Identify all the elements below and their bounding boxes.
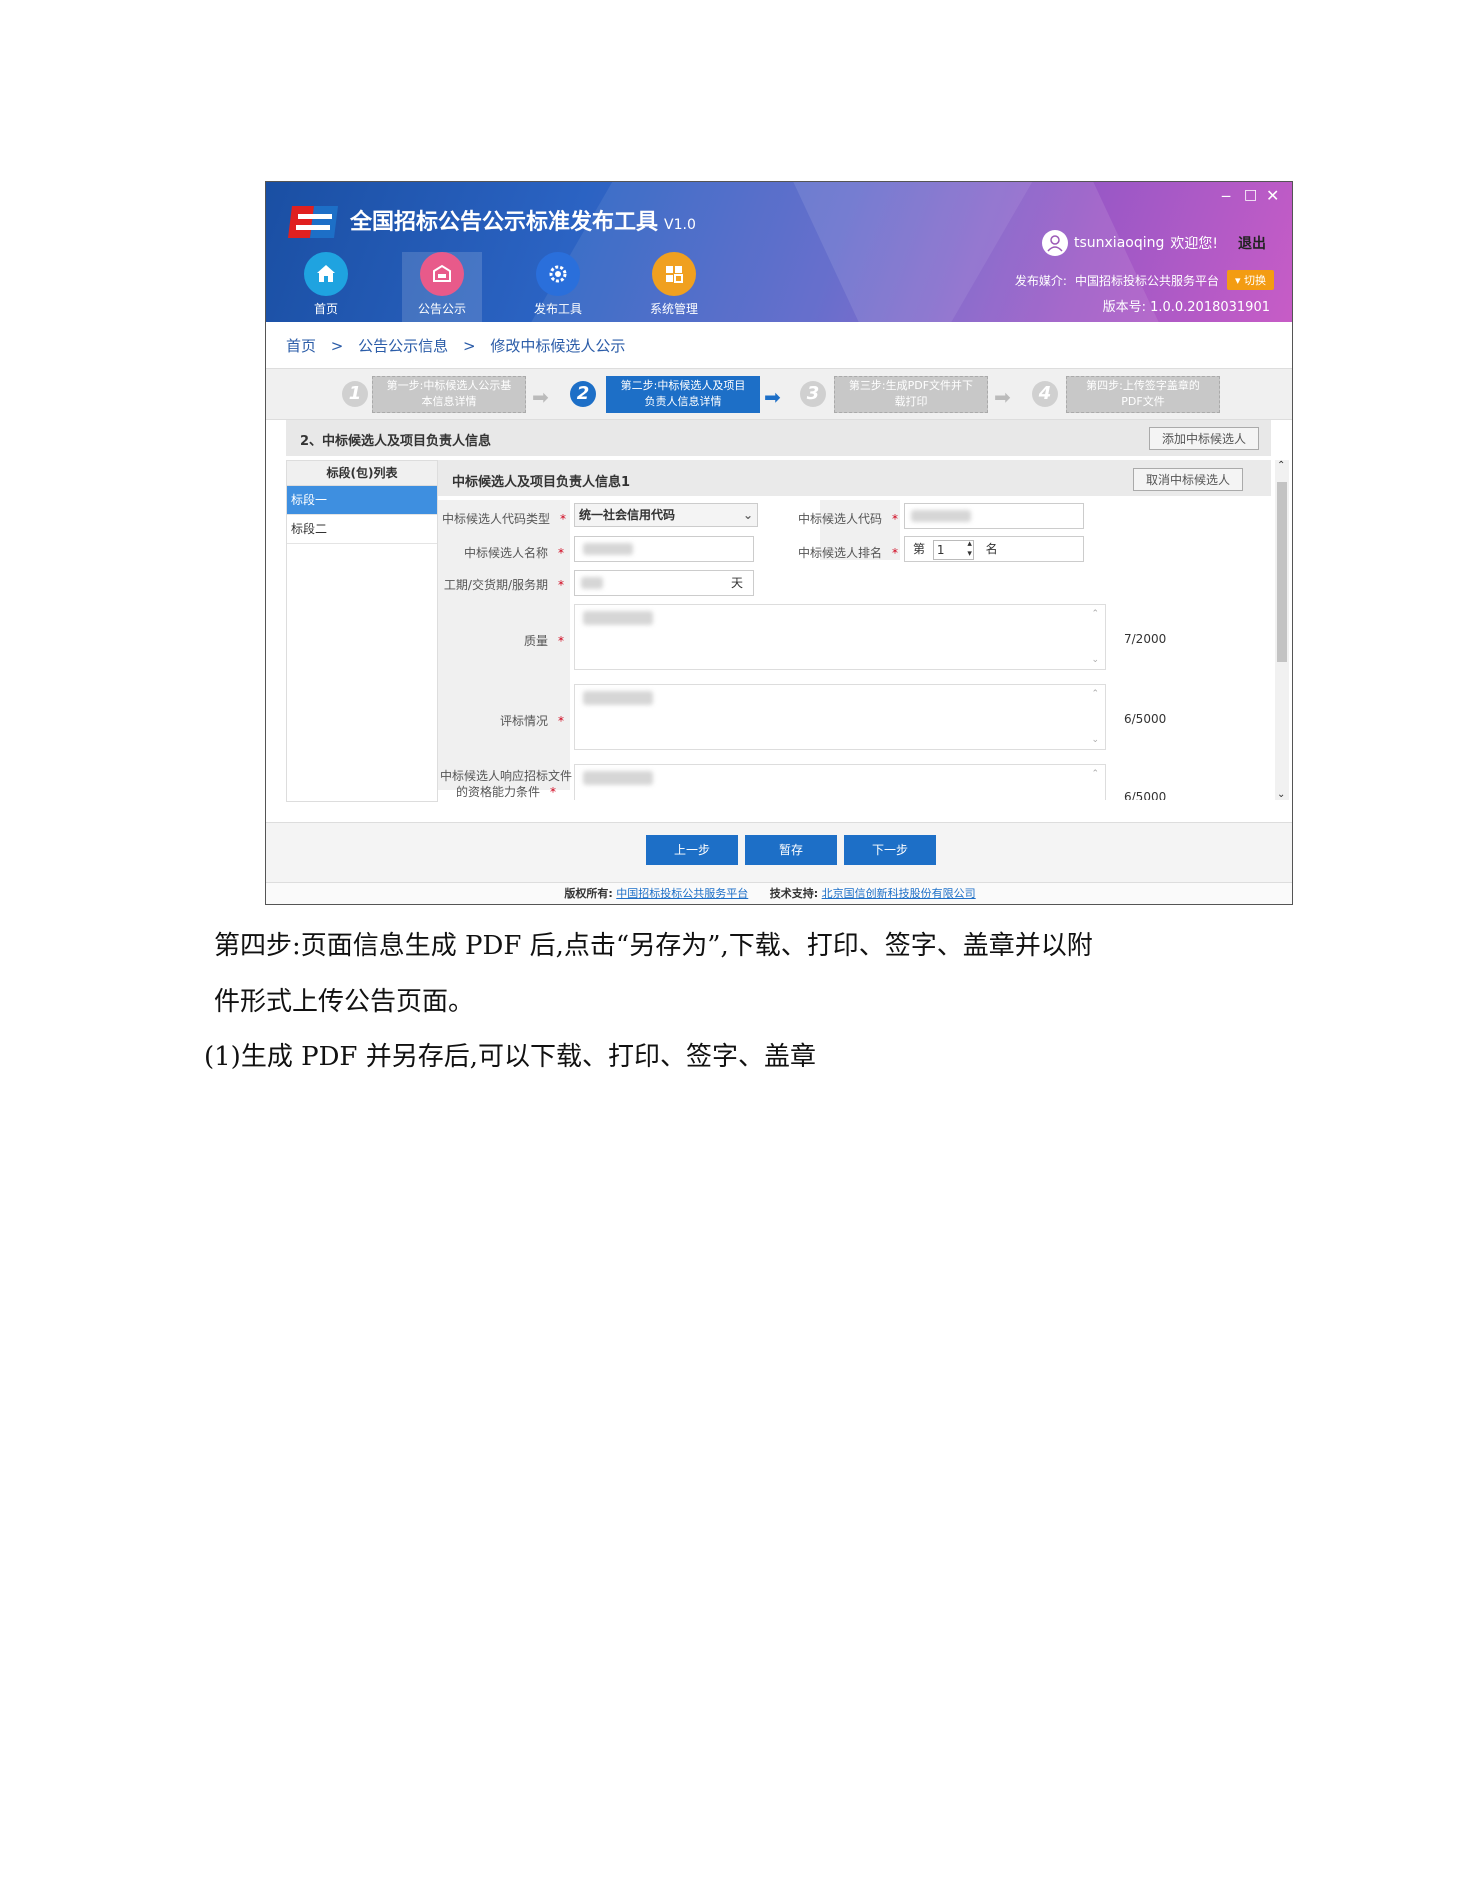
username: tsunxiaoqing: [1073, 235, 1165, 251]
nav-announcements[interactable]: 公告公示: [402, 252, 482, 322]
user-info: tsunxiaoqing 欢迎您! 退出: [1041, 230, 1266, 256]
response-label: 中标候选人响应招标文件 的资格能力条件 *: [439, 769, 572, 799]
nav-label: 发布工具: [533, 302, 582, 316]
form-header: 中标候选人及项目负责人信息1 取消中标候选人: [438, 460, 1271, 496]
response-counter: 6/5000: [1124, 790, 1167, 800]
lot-item[interactable]: 标段一: [287, 486, 437, 515]
form-title: 中标候选人及项目负责人信息1: [452, 475, 631, 490]
home-icon: [304, 252, 348, 296]
app-footer: 版权所有: 中国招标投标公共服务平台 技术支持: 北京国信创新科技股份有限公司: [266, 882, 1292, 904]
code-type-select[interactable]: 统一社会信用代码 ⌄: [574, 503, 758, 527]
doc-paragraph-2: 件形式上传公告页面。: [214, 987, 475, 1017]
nav-publish-tool[interactable]: 发布工具: [518, 252, 598, 322]
code-input[interactable]: [904, 503, 1084, 529]
minimize-icon[interactable]: ‒: [1221, 186, 1231, 205]
scroll-up-icon[interactable]: ⌃: [1277, 460, 1285, 471]
quality-counter: 7/2000: [1124, 632, 1167, 646]
step-1-number: 1: [342, 381, 368, 407]
mailbox-icon: [420, 252, 464, 296]
greeting: 欢迎您!: [1170, 236, 1218, 252]
support-link[interactable]: 北京国信创新科技股份有限公司: [822, 887, 976, 900]
name-label: 中标候选人名称 *: [463, 546, 564, 560]
form-scrollbar[interactable]: ⌃ ⌄: [1275, 460, 1289, 800]
period-unit: 天: [730, 576, 743, 590]
evaluation-label: 评标情况 *: [499, 714, 564, 728]
nav-label: 首页: [313, 302, 338, 316]
name-input[interactable]: [574, 536, 754, 562]
rank-label: 中标候选人排名 *: [797, 546, 898, 560]
period-input[interactable]: 天: [574, 570, 754, 596]
switch-media-button[interactable]: ▾ 切换: [1226, 270, 1274, 290]
code-label: 中标候选人代码 *: [797, 512, 898, 526]
next-step-button[interactable]: 下一步: [844, 835, 936, 865]
save-draft-button[interactable]: 暂存: [745, 835, 837, 865]
nav-home[interactable]: 首页: [286, 252, 366, 322]
nav-label: 系统管理: [649, 302, 698, 316]
stepper-arrows-icon: ▴ ▾: [967, 538, 972, 559]
lot-item[interactable]: 标段二: [287, 515, 437, 544]
copyright-link[interactable]: 中国招标投标公共服务平台: [616, 887, 748, 900]
nav-system-admin[interactable]: 系统管理: [634, 252, 714, 322]
chevron-down-icon: ⌄: [742, 508, 753, 522]
code-type-label: 中标候选人代码类型 *: [442, 512, 567, 526]
step-3-number: 3: [800, 381, 826, 407]
step-arrow-icon: ➡: [532, 385, 549, 409]
action-bar: 上一步 暂存 下一步: [266, 822, 1292, 883]
user-avatar-icon: [1041, 230, 1068, 256]
scroll-down-icon[interactable]: ⌄: [1277, 789, 1285, 800]
breadcrumb: 首页 > 公告公示信息 > 修改中标候选人公示: [286, 337, 626, 355]
app-header: 全国招标公告公示标准发布工具 V1.0 ‒ □ ✕ 首页 公告公示 发布工具 系…: [266, 182, 1292, 322]
response-textarea[interactable]: ⌃: [574, 764, 1106, 800]
close-icon[interactable]: ✕: [1266, 186, 1279, 205]
gear-icon: [536, 252, 580, 296]
add-candidate-button[interactable]: 添加中标候选人: [1148, 427, 1259, 450]
maximize-icon[interactable]: □: [1244, 187, 1257, 203]
cancel-candidate-button[interactable]: 取消中标候选人: [1132, 468, 1243, 491]
evaluation-counter: 6/5000: [1124, 712, 1167, 726]
step-2-box[interactable]: 第二步:中标候选人及项目 负责人信息详情: [606, 376, 760, 413]
media-label: 发布媒介:: [1014, 273, 1067, 288]
app-logo-icon: [288, 206, 338, 238]
quality-textarea[interactable]: ⌃ ⌄: [574, 604, 1106, 670]
step-arrow-icon: ➡: [764, 385, 781, 409]
evaluation-textarea[interactable]: ⌃ ⌄: [574, 684, 1106, 750]
media-value: 中国招标投标公共服务平台: [1074, 273, 1219, 288]
wizard-steps: 1 第一步:中标候选人公示基 本信息详情 ➡ 2 第二步:中标候选人及项目 负责人信…: [266, 368, 1292, 420]
breadcrumb-current: 修改中标候选人公示: [490, 337, 626, 355]
quality-label: 质量 *: [523, 634, 564, 648]
nav-label: 公告公示: [417, 302, 466, 316]
section-header: 2、中标候选人及项目负责人信息 添加中标候选人: [286, 420, 1271, 456]
step-3-box[interactable]: 第三步:生成PDF文件并下 载打印: [834, 376, 988, 413]
doc-paragraph-1: 第四步:页面信息生成 PDF 后,点击“另存为”,下载、打印、签字、盖章并以附: [214, 931, 1093, 961]
build-version: 版本号: 1.0.0.2018031901: [1102, 300, 1270, 315]
prev-step-button[interactable]: 上一步: [646, 835, 738, 865]
step-arrow-icon: ➡: [994, 385, 1011, 409]
logout-link[interactable]: 退出: [1238, 233, 1266, 253]
publish-media: 发布媒介: 中国招标投标公共服务平台 ▾ 切换: [1015, 270, 1274, 290]
document-page: 全国招标公告公示标准发布工具 V1.0 ‒ □ ✕ 首页 公告公示 发布工具 系…: [0, 0, 1471, 1903]
section-title: 2、中标候选人及项目负责人信息: [300, 434, 492, 449]
scroll-thumb[interactable]: [1277, 482, 1287, 662]
support-label: 技术支持:: [769, 887, 819, 900]
grid-icon: [652, 252, 696, 296]
breadcrumb-announcement-info[interactable]: 公告公示信息: [358, 337, 448, 355]
rank-field: 第 1 ▴ ▾ 名: [904, 536, 1084, 562]
candidate-form: 中标候选人及项目负责人信息1 取消中标候选人 中标候选人代码类型 * 统一社会信用…: [438, 460, 1271, 800]
lot-list: 标段(包)列表 标段一 标段二: [286, 460, 438, 802]
copyright-label: 版权所有:: [564, 887, 613, 900]
period-label: 工期/交货期/服务期 *: [443, 578, 564, 592]
app-window-screenshot: 全国招标公告公示标准发布工具 V1.0 ‒ □ ✕ 首页 公告公示 发布工具 系…: [265, 181, 1293, 905]
doc-paragraph-3: (1)生成 PDF 并另存后,可以下载、打印、签字、盖章: [204, 1042, 817, 1072]
rank-stepper[interactable]: 1 ▴ ▾: [932, 538, 974, 560]
breadcrumb-home[interactable]: 首页: [286, 337, 316, 355]
app-title: 全国招标公告公示标准发布工具 V1.0: [350, 210, 696, 235]
step-4-box[interactable]: 第四步:上传签字盖章的 PDF文件: [1066, 376, 1220, 413]
step-2-number: 2: [570, 381, 596, 407]
step-4-number: 4: [1032, 381, 1058, 407]
lot-list-header: 标段(包)列表: [287, 461, 437, 486]
step-1-box[interactable]: 第一步:中标候选人公示基 本信息详情: [372, 376, 526, 413]
